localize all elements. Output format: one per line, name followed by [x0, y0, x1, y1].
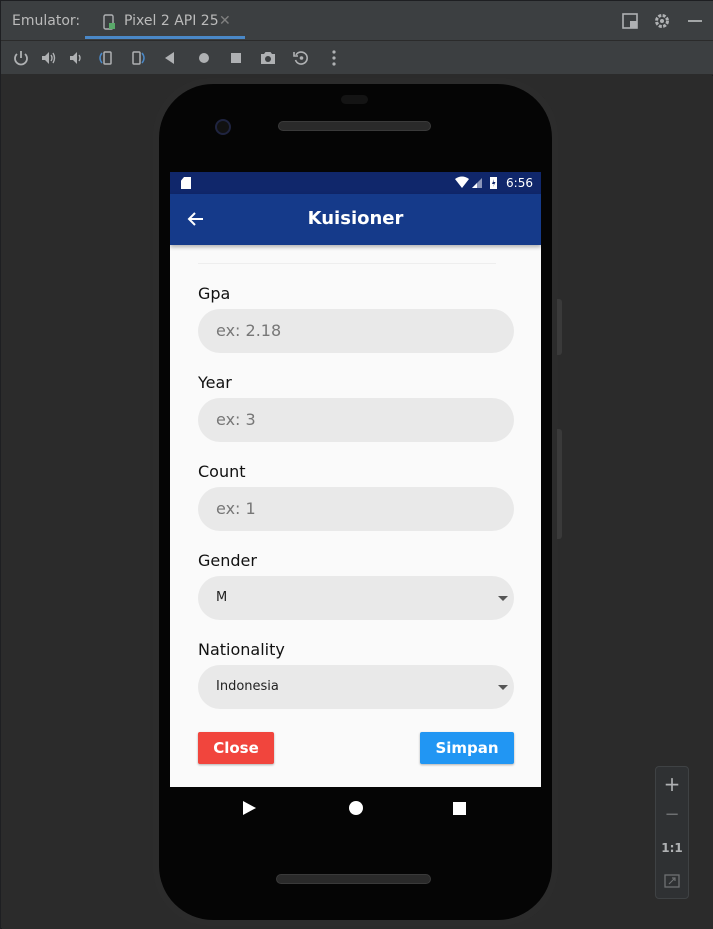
gender-select[interactable]: M	[198, 576, 514, 620]
phone-power-key[interactable]	[557, 299, 562, 355]
android-nav-bar	[243, 801, 466, 815]
rotate-left-icon	[99, 51, 112, 65]
volume-up-icon	[42, 52, 56, 64]
dropdown-caret-icon	[498, 685, 508, 690]
device-tab[interactable]: Pixel 2 API 25 ✕	[85, 1, 245, 41]
home-circle-icon	[199, 53, 209, 63]
android-status-bar: 6:56	[170, 172, 541, 194]
more-vertical-icon	[332, 50, 336, 66]
wifi-icon	[455, 176, 469, 188]
close-button[interactable]: Close	[198, 732, 274, 764]
fit-screen-icon[interactable]	[664, 873, 680, 889]
year-input[interactable]: ex: 3	[198, 398, 514, 442]
overview-button[interactable]	[225, 47, 247, 69]
rotate-right-icon	[132, 51, 145, 65]
app-bar: Kuisioner	[170, 194, 541, 245]
count-placeholder: ex: 1	[216, 499, 256, 518]
nav-recents-icon[interactable]	[453, 802, 466, 815]
status-time: 6:56	[506, 176, 533, 190]
power-button[interactable]	[10, 47, 32, 69]
section-divider	[198, 263, 496, 264]
volume-up-button[interactable]	[38, 47, 60, 69]
camera-icon	[261, 52, 275, 64]
screenshot-button[interactable]	[257, 47, 279, 69]
gpa-label: Gpa	[198, 284, 231, 303]
overview-square-icon	[231, 53, 241, 63]
gender-value: M	[216, 590, 228, 605]
nationality-select[interactable]: Indonesia	[198, 665, 514, 709]
status-icons	[455, 176, 497, 189]
emulator-title-bar: Emulator: Pixel 2 API 25 ✕	[1, 1, 713, 41]
rotate-right-button[interactable]	[128, 47, 150, 69]
rotate-left-button[interactable]	[94, 47, 116, 69]
close-tab-icon[interactable]: ✕	[219, 13, 231, 29]
device-icon	[103, 14, 115, 30]
nationality-value: Indonesia	[216, 679, 279, 694]
volume-down-button[interactable]	[65, 47, 87, 69]
count-label: Count	[198, 462, 246, 481]
zoom-in-button[interactable]: +	[656, 772, 688, 796]
gpa-placeholder: ex: 2.18	[216, 321, 282, 340]
gear-icon[interactable]	[653, 12, 671, 30]
emulator-toolbar	[1, 41, 713, 75]
back-button[interactable]	[159, 47, 181, 69]
zoom-out-button[interactable]: −	[656, 804, 688, 825]
back-triangle-icon	[165, 52, 174, 64]
zoom-panel: + − 1:1	[655, 766, 689, 899]
volume-down-icon	[70, 52, 81, 64]
count-input[interactable]: ex: 1	[198, 487, 514, 531]
phone-sensor	[341, 95, 368, 104]
year-placeholder: ex: 3	[216, 410, 256, 429]
phone-volume-key[interactable]	[557, 429, 562, 539]
power-icon	[14, 51, 28, 66]
bottom-speaker-grille	[276, 874, 431, 884]
speaker-grille	[278, 121, 431, 131]
nationality-label: Nationality	[198, 640, 285, 659]
home-button[interactable]	[193, 47, 215, 69]
zoom-actual-size-button[interactable]: 1:1	[656, 841, 688, 855]
front-camera-icon	[215, 119, 231, 135]
nav-home-icon[interactable]	[349, 801, 363, 815]
tab-active-indicator	[85, 36, 245, 39]
minimize-icon[interactable]	[686, 12, 704, 30]
nav-back-icon[interactable]	[243, 801, 256, 815]
snapshot-button[interactable]	[290, 47, 312, 69]
sd-card-icon	[181, 177, 191, 189]
save-button[interactable]: Simpan	[420, 732, 514, 764]
year-label: Year	[198, 373, 232, 392]
layout-icon[interactable]	[621, 12, 639, 30]
dropdown-caret-icon	[498, 596, 508, 601]
emulator-window: Emulator: Pixel 2 API 25 ✕ 6:56 Kuisione…	[0, 0, 713, 929]
emulator-label: Emulator:	[12, 13, 81, 29]
phone-screen: 6:56 Kuisioner Gpa ex: 2.18 Year ex: 3 C…	[170, 172, 541, 787]
device-tab-label: Pixel 2 API 25	[124, 13, 219, 29]
more-options-button[interactable]	[323, 47, 345, 69]
gender-label: Gender	[198, 551, 257, 570]
snapshot-icon	[293, 51, 308, 65]
page-title: Kuisioner	[307, 208, 404, 229]
gpa-input[interactable]: ex: 2.18	[198, 309, 514, 353]
